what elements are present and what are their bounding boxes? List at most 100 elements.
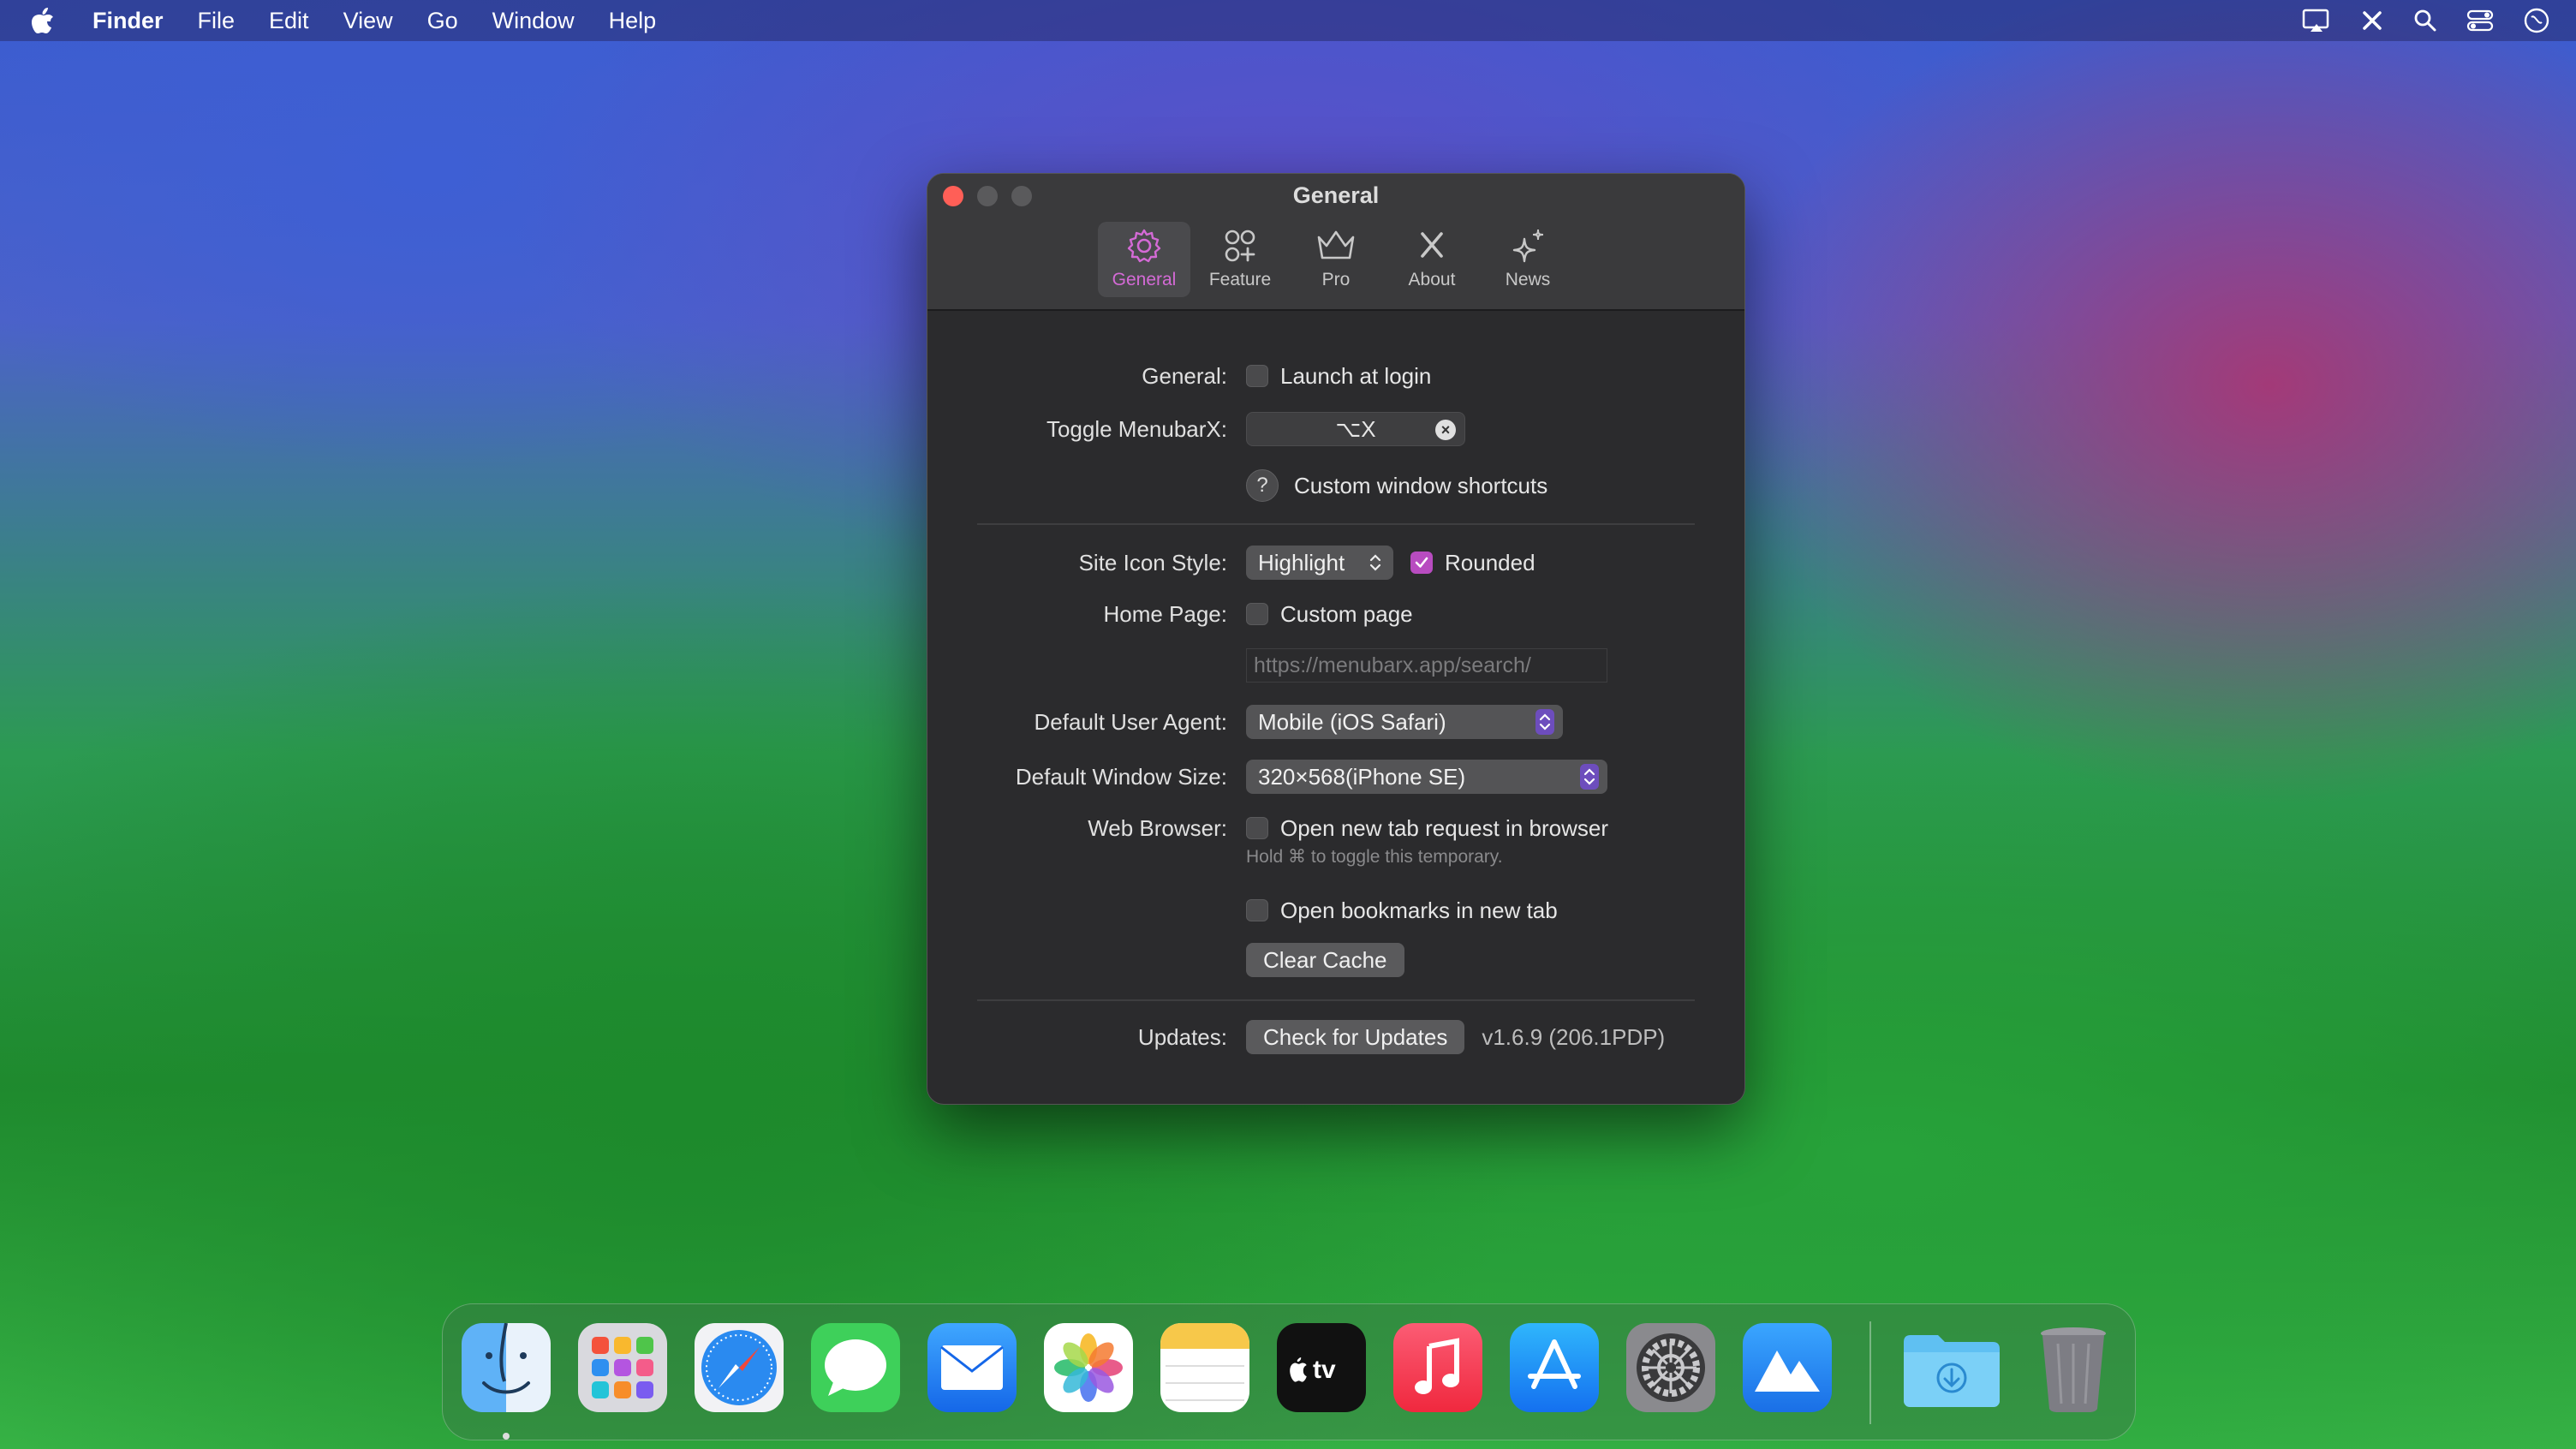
sparkles-icon	[1512, 229, 1544, 263]
tab-pro[interactable]: Pro	[1290, 222, 1382, 297]
section-divider	[977, 999, 1695, 1001]
home-url-control: https://menubarx.app/search/	[1246, 648, 1607, 683]
dock-photos-icon[interactable]	[1044, 1323, 1133, 1412]
site-icon-style-label: Site Icon Style:	[1078, 549, 1227, 575]
row-user-agent: Default User Agent: Mobile (iOS Safari)	[927, 705, 1744, 739]
tab-news[interactable]: News	[1482, 222, 1574, 297]
custom-shortcuts-label: Custom window shortcuts	[1294, 472, 1548, 498]
launch-at-login-label: Launch at login	[1280, 362, 1432, 389]
menu-window[interactable]: Window	[492, 8, 575, 34]
screen-mirroring-icon[interactable]	[2302, 8, 2331, 33]
shortcut-recorder[interactable]: ⌥X ×	[1246, 412, 1465, 446]
clear-cache-button[interactable]: Clear Cache	[1246, 943, 1404, 977]
dock-system-settings-icon[interactable]	[1626, 1323, 1715, 1412]
custom-page-label: Custom page	[1280, 600, 1413, 627]
row-updates: Updates: Check for Updates v1.6.9 (206.1…	[927, 1020, 1744, 1054]
apple-menu-icon[interactable]	[31, 7, 63, 34]
open-bookmarks-checkbox[interactable]: Open bookmarks in new tab	[1246, 897, 1558, 924]
toggle-hint-control: Hold ⌘ to toggle this temporary.	[1246, 846, 1503, 868]
menu-help[interactable]: Help	[609, 8, 657, 34]
dock-music-icon[interactable]	[1393, 1323, 1482, 1412]
window-size-select[interactable]: 320×568(iPhone SE)	[1246, 760, 1607, 794]
preferences-toolbar: General Feature Pro About News	[927, 222, 1744, 297]
dock: tv	[442, 1303, 2136, 1440]
dock-trash-icon[interactable]	[2029, 1323, 2118, 1412]
dock-mail-icon[interactable]	[927, 1323, 1017, 1412]
row-open-bookmarks: Open bookmarks in new tab	[927, 893, 1744, 927]
menubarx-status-icon[interactable]	[2360, 9, 2384, 33]
site-icon-style-value: Highlight	[1258, 549, 1345, 575]
select-chevron-icon	[1580, 764, 1599, 790]
site-icon-style-select[interactable]: Highlight	[1246, 546, 1393, 580]
menubarx-icon	[1421, 232, 1443, 258]
select-chevron-icon	[1535, 709, 1554, 735]
crown-icon	[1317, 230, 1355, 259]
check-for-updates-button[interactable]: Check for Updates	[1246, 1020, 1465, 1054]
user-agent-value: Mobile (iOS Safari)	[1258, 708, 1446, 735]
custom-page-checkbox[interactable]: Custom page	[1246, 601, 1413, 628]
tab-general-label: General	[1112, 270, 1177, 289]
row-window-size: Default Window Size: 320×568(iPhone SE)	[927, 760, 1744, 794]
updates-control: Check for Updates v1.6.9 (206.1PDP)	[1246, 1020, 1665, 1054]
row-toggle-hint: Hold ⌘ to toggle this temporary.	[927, 844, 1744, 869]
row-home-page: Home Page: Custom page	[927, 597, 1744, 631]
checkbox-box[interactable]	[1246, 817, 1268, 839]
version-text: v1.6.9 (206.1PDP)	[1482, 1023, 1666, 1050]
dock-safari-icon[interactable]	[695, 1323, 784, 1412]
toggle-hint-text: Hold ⌘ to toggle this temporary.	[1246, 846, 1503, 867]
row-home-url: https://menubarx.app/search/	[927, 648, 1744, 683]
web-browser-label: Web Browser:	[1088, 814, 1227, 841]
home-url-input[interactable]: https://menubarx.app/search/	[1246, 648, 1607, 683]
tab-about[interactable]: About	[1386, 222, 1478, 297]
siri-icon[interactable]	[2523, 7, 2550, 34]
user-agent-control: Mobile (iOS Safari)	[1246, 705, 1563, 739]
dock-app-store-icon[interactable]	[1510, 1323, 1599, 1412]
clear-cache-control: Clear Cache	[1246, 943, 1404, 977]
feature-grid-icon	[1225, 230, 1255, 262]
tab-news-label: News	[1505, 270, 1551, 289]
running-indicator	[503, 1433, 510, 1440]
row-clear-cache: Clear Cache	[927, 943, 1744, 977]
general-label: General:	[1142, 362, 1227, 389]
menu-go[interactable]: Go	[427, 8, 458, 34]
select-chevron-icon	[1366, 550, 1385, 575]
open-new-tab-label: Open new tab request in browser	[1280, 814, 1608, 841]
dock-notes-icon[interactable]	[1160, 1323, 1249, 1412]
menu-file[interactable]: File	[198, 8, 236, 34]
dock-menubarx-icon[interactable]	[1743, 1323, 1832, 1412]
menu-edit[interactable]: Edit	[269, 8, 309, 34]
checkbox-box[interactable]	[1246, 365, 1268, 387]
row-general: General: Launch at login	[927, 359, 1744, 393]
open-bookmarks-label: Open bookmarks in new tab	[1280, 897, 1558, 923]
home-url-placeholder: https://menubarx.app/search/	[1254, 653, 1531, 677]
window-size-value: 320×568(iPhone SE)	[1258, 763, 1466, 790]
user-agent-label: Default User Agent:	[1034, 708, 1227, 735]
rounded-checkbox[interactable]	[1410, 552, 1433, 574]
menu-bar: Finder File Edit View Go Window Help	[0, 0, 2576, 41]
dock-downloads-icon[interactable]	[1900, 1323, 2003, 1412]
row-site-icon-style: Site Icon Style: Highlight Rounded	[927, 546, 1744, 580]
dock-messages-icon[interactable]	[811, 1323, 900, 1412]
menu-app-name[interactable]: Finder	[92, 8, 164, 34]
user-agent-select[interactable]: Mobile (iOS Safari)	[1246, 705, 1563, 739]
clear-shortcut-icon[interactable]: ×	[1435, 420, 1456, 440]
open-new-tab-checkbox[interactable]: Open new tab request in browser	[1246, 815, 1608, 842]
tab-feature[interactable]: Feature	[1194, 222, 1286, 297]
tab-pro-label: Pro	[1321, 270, 1351, 289]
spotlight-search-icon[interactable]	[2413, 9, 2437, 33]
dock-separator	[1869, 1321, 1871, 1424]
launch-at-login-checkbox[interactable]: Launch at login	[1246, 363, 1431, 390]
checkbox-box[interactable]	[1246, 899, 1268, 921]
checkbox-box[interactable]	[1246, 603, 1268, 625]
control-center-icon[interactable]	[2466, 9, 2494, 33]
dock-apple-tv-icon[interactable]: tv	[1277, 1323, 1366, 1412]
window-size-control: 320×568(iPhone SE)	[1246, 760, 1607, 794]
menu-view[interactable]: View	[343, 8, 393, 34]
help-icon[interactable]: ?	[1246, 469, 1279, 502]
toggle-shortcut-control: ⌥X ×	[1246, 412, 1465, 446]
row-web-browser: Web Browser: Open new tab request in bro…	[927, 811, 1744, 845]
dock-launchpad-icon[interactable]	[578, 1323, 667, 1412]
dock-finder-icon[interactable]	[462, 1323, 551, 1412]
window-titlebar: General General Feature Pro About News	[927, 174, 1744, 311]
tab-general[interactable]: General	[1098, 222, 1190, 297]
